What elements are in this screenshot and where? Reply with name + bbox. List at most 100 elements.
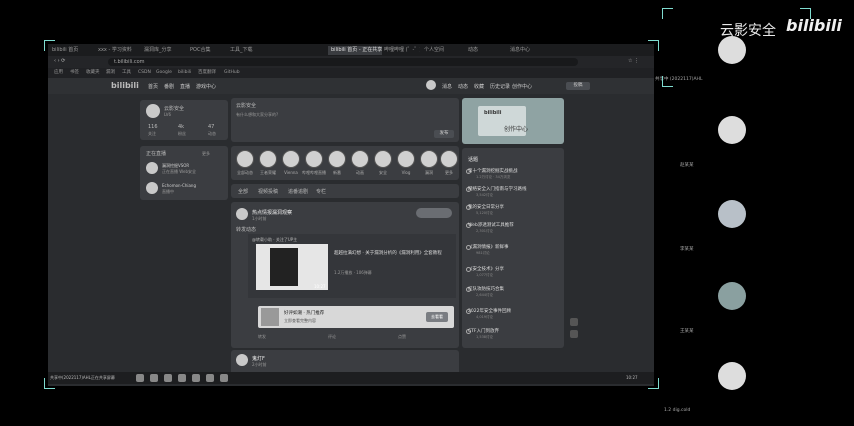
- post-decoration: [416, 208, 452, 218]
- refresh-button[interactable]: [570, 330, 578, 338]
- bookmark-item[interactable]: 工具: [122, 70, 131, 76]
- comment-action[interactable]: 评论: [328, 334, 336, 340]
- participant-avatar[interactable]: [718, 116, 746, 144]
- extensions-icon[interactable]: ☆ ⋮: [628, 58, 639, 64]
- taskbar-app-icon[interactable]: [150, 374, 158, 382]
- compose-input[interactable]: 有什么想和大家分享的?: [236, 112, 278, 118]
- bookmark-item[interactable]: GitHub: [224, 70, 240, 76]
- browser-tab[interactable]: bilibili 首页: [52, 46, 92, 55]
- follow-avatar[interactable]: [259, 150, 277, 168]
- follow-avatar[interactable]: [420, 150, 438, 168]
- bookmark-item[interactable]: 百度翻译: [198, 70, 216, 76]
- scroll-top-button[interactable]: [570, 318, 578, 326]
- browser-tab[interactable]: 工具_下载: [230, 46, 266, 55]
- post-author[interactable]: 热点情报漏洞观察: [252, 209, 292, 216]
- video-title[interactable]: 超越拉满幻想 · 关于漏洞分析的《漏洞利用》全套教程: [334, 250, 444, 257]
- trending-item[interactable]: 2022年安全事件回顾: [468, 308, 511, 314]
- bookmark-item[interactable]: 漏洞: [106, 70, 115, 76]
- browser-tab[interactable]: 动态: [468, 46, 504, 55]
- browser-tab[interactable]: 消息中心: [510, 46, 546, 55]
- trending-item[interactable]: 网络安全入门指南与学习路线: [468, 186, 527, 192]
- bookmark-item[interactable]: Google: [156, 70, 172, 76]
- profile-name[interactable]: 云影安全: [164, 105, 184, 112]
- post-author-avatar[interactable]: [236, 354, 248, 366]
- like-action[interactable]: 点赞: [398, 334, 406, 340]
- nav-item[interactable]: 创作中心: [512, 83, 532, 90]
- browser-tab[interactable]: 个人空间: [424, 46, 460, 55]
- live-name[interactable]: Echomon-Chiang: [162, 183, 196, 188]
- participant-avatar[interactable]: [718, 200, 746, 228]
- participant-avatar[interactable]: [718, 362, 746, 390]
- publish-button[interactable]: 发布: [434, 130, 454, 138]
- stat-value[interactable]: 47: [208, 124, 214, 130]
- stat-label: 关注: [148, 131, 156, 136]
- browser-tab[interactable]: 漏洞库_分享: [144, 46, 184, 55]
- trending-item[interactable]: 红队攻防技巧合集: [468, 286, 504, 292]
- participant-avatar[interactable]: [718, 36, 746, 64]
- repost-action[interactable]: 转发: [258, 334, 266, 340]
- follow-avatar[interactable]: [236, 150, 254, 168]
- banner-tag: bilibili: [484, 110, 502, 116]
- site-logo[interactable]: bilibili: [111, 81, 139, 90]
- post-author[interactable]: 鬼灯F: [252, 355, 265, 362]
- browser-tab-active[interactable]: bilibili 首页 - 正在共享: [328, 46, 382, 55]
- taskbar-app-icon[interactable]: [220, 374, 228, 382]
- participant-avatar[interactable]: [718, 282, 746, 310]
- tab-bangumi[interactable]: 追番追剧: [288, 188, 308, 195]
- video-meta: 1.2万播放 · 106弹幕: [334, 270, 372, 275]
- follow-avatar[interactable]: [305, 150, 323, 168]
- trending-item[interactable]: 《安全技术》分享: [468, 266, 504, 272]
- trending-item[interactable]: 第十个漏洞挖掘实战挑战: [468, 168, 518, 174]
- taskbar-app-icon[interactable]: [178, 374, 186, 382]
- repost-author[interactable]: @转载小助 · 关注了UP主: [252, 237, 297, 243]
- profile-level: LV6: [164, 112, 172, 117]
- bookmark-item[interactable]: 书签: [70, 70, 79, 76]
- nav-item[interactable]: 直播: [180, 83, 190, 90]
- bookmark-item[interactable]: bilibili: [178, 70, 191, 76]
- browser-tab[interactable]: 哔哩哔哩 (゜-゜): [384, 46, 420, 55]
- bookmark-item[interactable]: CSDN: [138, 70, 151, 76]
- trending-item[interactable]: 我的安全日常分享: [468, 204, 504, 210]
- nav-item[interactable]: 消息: [442, 83, 452, 90]
- nav-item[interactable]: 游戏中心: [196, 83, 216, 90]
- stat-label: 粉丝: [178, 131, 186, 136]
- follow-avatar[interactable]: [374, 150, 392, 168]
- trending-item[interactable]: CTF入门到放弃: [468, 328, 499, 334]
- address-bar[interactable]: t.bilibili.com: [108, 58, 578, 66]
- user-avatar[interactable]: [426, 80, 436, 90]
- upload-button[interactable]: 投稿: [566, 82, 590, 90]
- live-avatar[interactable]: [146, 182, 158, 194]
- back-icon[interactable]: ‹ › ⟳: [54, 58, 65, 64]
- browser-tab[interactable]: xxx - 学习资料: [98, 46, 138, 55]
- follow-avatar[interactable]: [282, 150, 300, 168]
- nav-item[interactable]: 番剧: [164, 83, 174, 90]
- post-time: 1小时前: [252, 216, 267, 221]
- taskbar-app-icon[interactable]: [192, 374, 200, 382]
- trending-item[interactable]: Web渗透测试工具推荐: [468, 222, 514, 228]
- follow-avatar[interactable]: [328, 150, 346, 168]
- follow-avatar[interactable]: [440, 150, 458, 168]
- nav-item[interactable]: 动态: [458, 83, 468, 90]
- stat-value[interactable]: 116: [148, 124, 158, 130]
- follow-avatar[interactable]: [351, 150, 369, 168]
- taskbar-app-icon[interactable]: [164, 374, 172, 382]
- nav-item[interactable]: 历史记录: [490, 83, 510, 90]
- tab-all[interactable]: 全部: [238, 188, 248, 195]
- stat-value[interactable]: 4k: [178, 124, 184, 130]
- nav-item[interactable]: 收藏: [474, 83, 484, 90]
- tab-article[interactable]: 专栏: [316, 188, 326, 195]
- post-author-avatar[interactable]: [236, 208, 248, 220]
- nav-item[interactable]: 首页: [148, 83, 158, 90]
- tab-video[interactable]: 视频投稿: [258, 188, 278, 195]
- live-avatar[interactable]: [146, 162, 158, 174]
- profile-avatar[interactable]: [146, 104, 160, 118]
- bookmark-item[interactable]: 收藏夹: [86, 70, 100, 76]
- browser-tab[interactable]: POC合集: [190, 46, 226, 55]
- follow-avatar[interactable]: [397, 150, 415, 168]
- taskbar-app-icon[interactable]: [136, 374, 144, 382]
- link-card-button[interactable]: 去看看: [426, 312, 448, 322]
- trending-item[interactable]: 《漏洞情报》新鲜事: [468, 244, 509, 250]
- live-more-link[interactable]: 更多: [202, 151, 210, 157]
- bookmark-item[interactable]: 应用: [54, 70, 63, 76]
- taskbar-app-icon[interactable]: [206, 374, 214, 382]
